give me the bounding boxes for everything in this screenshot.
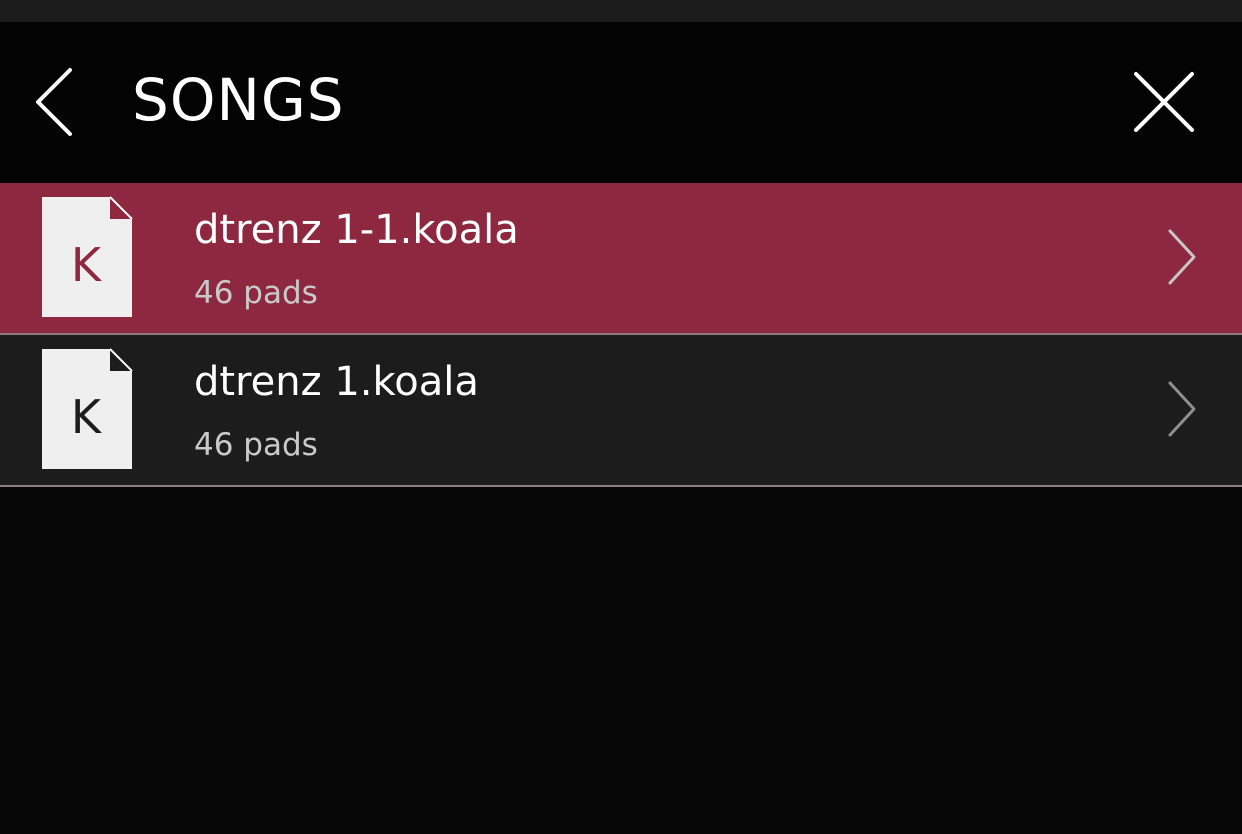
chevron-left-icon [36,68,72,136]
close-button[interactable] [1124,64,1204,140]
chevron-right-icon [1168,229,1196,285]
song-title: dtrenz 1-1.koala [194,207,519,253]
song-row[interactable]: K dtrenz 1.koala 46 pads [0,335,1242,487]
header-bar: SONGS [0,22,1242,183]
file-icon-letter: K [71,238,103,292]
koala-file-icon: K [42,196,133,317]
song-title: dtrenz 1.koala [194,359,479,405]
song-pad-count: 46 pads [194,427,318,463]
chevron-right-icon [1168,381,1196,437]
back-button[interactable] [26,66,82,138]
file-icon-letter: K [71,390,103,444]
songs-screen: SONGS K dtrenz 1-1.koala 46 pads K dtren… [0,0,1242,834]
songs-list: K dtrenz 1-1.koala 46 pads K dtrenz 1.ko… [0,183,1242,487]
page-title: SONGS [132,66,345,134]
koala-file-icon: K [42,348,133,469]
song-pad-count: 46 pads [194,275,318,311]
close-icon [1134,72,1194,132]
top-strip [0,0,1242,22]
song-row[interactable]: K dtrenz 1-1.koala 46 pads [0,183,1242,335]
